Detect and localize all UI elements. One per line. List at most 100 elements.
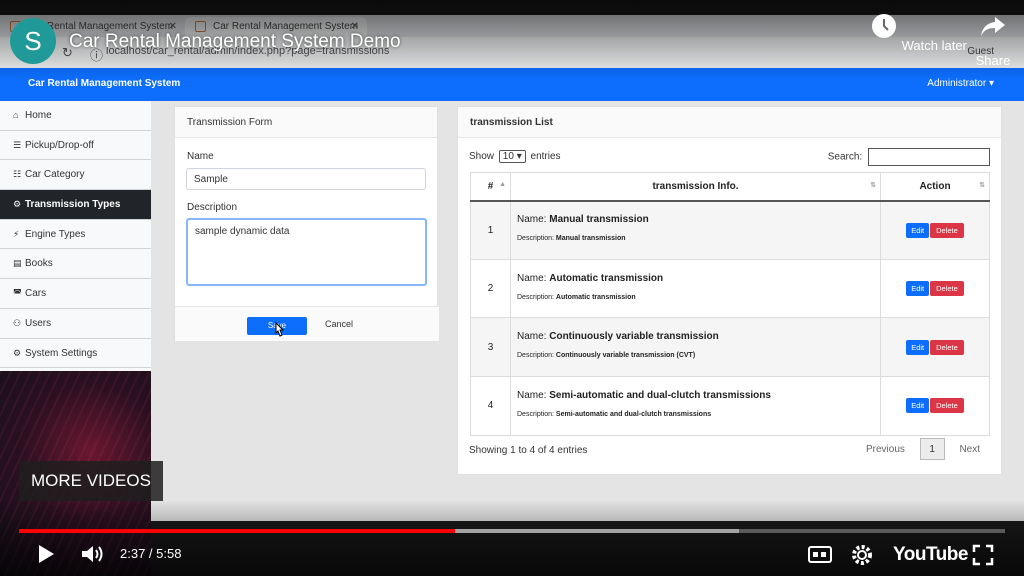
- gear-icon: ⚙: [13, 199, 22, 210]
- name-input[interactable]: Sample: [186, 168, 426, 190]
- sidebar-item-system-settings[interactable]: ⚙ System Settings: [0, 339, 151, 369]
- row-description-value: Manual transmission: [555, 235, 626, 243]
- play-icon[interactable]: [36, 543, 56, 565]
- edit-button[interactable]: Edit: [906, 398, 930, 414]
- row-info: Name: Manual transmission Description: Ma…: [510, 200, 881, 260]
- entries-length: Show 10 ▾ entries: [469, 150, 561, 163]
- sidebar-item-cars[interactable]: ◚ Cars: [0, 279, 151, 309]
- sidebar-item-pickup-drop-off[interactable]: ☰ Pickup/Drop-off: [0, 131, 151, 161]
- app-brand[interactable]: Car Rental Management System: [28, 78, 180, 89]
- progress-bar[interactable]: [19, 529, 1005, 533]
- users-icon: ⚇: [13, 317, 22, 328]
- captions-icon[interactable]: [808, 546, 832, 563]
- row-number: 3: [470, 317, 511, 378]
- row-actions: Edit Delete: [880, 376, 990, 436]
- sidebar: ⌂ Home ☰ Pickup/Drop-off ☷ Car Category ⚙ Trans…: [0, 101, 151, 371]
- row-name: Name: Automatic transmission: [517, 273, 874, 284]
- sidebar-item-label: Car Category: [25, 169, 85, 181]
- delete-button[interactable]: Delete: [930, 339, 964, 355]
- col-header-num[interactable]: # ▲: [470, 172, 511, 202]
- channel-avatar[interactable]: S: [10, 18, 56, 64]
- user-name: Administrator: [927, 78, 987, 89]
- row-description-value: Semi-automatic and dual-clutch transmiss…: [555, 410, 712, 418]
- table-row: 4 Name: Semi-automatic and dual-clutch tr…: [470, 376, 990, 436]
- sidebar-item-transmission-types[interactable]: ⚙ Transmission Types: [0, 190, 151, 220]
- row-description-value: Continuously variable transmission (CVT): [555, 352, 696, 360]
- next-button[interactable]: Next: [959, 444, 980, 455]
- row-name: Name: Continuously variable transmission: [517, 331, 874, 342]
- sidebar-item-users[interactable]: ⚇ Users: [0, 309, 151, 339]
- sort-icon: ⇅: [979, 182, 985, 189]
- settings-icon[interactable]: [851, 544, 873, 566]
- edit-button[interactable]: Edit: [906, 339, 930, 355]
- sidebar-item-label: Pickup/Drop-off: [25, 139, 94, 151]
- row-actions: Edit Delete: [880, 258, 990, 319]
- form-title: Transmission Form: [175, 107, 437, 138]
- user-menu[interactable]: Administrator ▾: [927, 78, 994, 89]
- search-label: Search:: [827, 151, 863, 163]
- name-prefix: Name:: [517, 272, 547, 284]
- sidebar-item-engine-types[interactable]: ⚡ Engine Types: [0, 220, 151, 250]
- bolt-icon: ⚡: [13, 228, 20, 239]
- watch-later-button[interactable]: Watch later: [870, 12, 967, 53]
- watch-later-label: Watch later: [901, 38, 967, 53]
- sidebar-item-label: Engine Types: [25, 228, 86, 240]
- video-title[interactable]: Car Rental Management System Demo: [69, 31, 401, 53]
- sidebar-item-label: Users: [25, 317, 52, 329]
- col-header-action[interactable]: Action ⇅: [880, 172, 990, 202]
- row-description: Description: Manual transmission: [517, 235, 874, 242]
- share-button[interactable]: Share: [962, 12, 1024, 68]
- youtube-logo[interactable]: YouTube: [893, 544, 968, 566]
- row-name-value: Continuously variable transmission: [549, 331, 719, 343]
- sidebar-item-home[interactable]: ⌂ Home: [0, 101, 151, 131]
- table-info: Showing 1 to 4 of 4 entries: [469, 445, 588, 456]
- entries-select-value: 10: [502, 151, 514, 162]
- col-info-label: transmission Info.: [652, 180, 739, 192]
- transmission-list: transmission List Show 10 ▾ entries Sear…: [457, 106, 1002, 475]
- row-description: Description: Automatic transmission: [517, 294, 874, 301]
- sidebar-item-car-category[interactable]: ☷ Car Category: [0, 160, 151, 191]
- desc-prefix: Description:: [517, 293, 554, 301]
- search-input[interactable]: [868, 148, 990, 166]
- previous-button[interactable]: Previous: [866, 444, 905, 455]
- share-label: Share: [975, 53, 1011, 68]
- mouse-cursor-icon: [275, 322, 285, 337]
- name-prefix: Name:: [517, 389, 547, 401]
- form-footer: Save Cancel: [175, 306, 439, 341]
- cogs-icon: ⚙: [13, 347, 22, 358]
- share-icon: [981, 17, 1005, 36]
- row-name-value: Automatic transmission: [549, 272, 664, 284]
- edit-button[interactable]: Edit: [906, 222, 930, 238]
- car-icon: ◚: [13, 288, 22, 299]
- fullscreen-icon[interactable]: [972, 544, 994, 566]
- sidebar-item-label: System Settings: [25, 347, 98, 359]
- volume-icon[interactable]: [80, 543, 106, 565]
- page-button[interactable]: 1: [919, 438, 945, 460]
- col-header-info[interactable]: transmission Info. ⇅: [510, 172, 881, 202]
- sidebar-item-label: Books: [25, 258, 53, 270]
- row-info: Name: Automatic transmission Description:…: [510, 258, 881, 319]
- app-navbar: Car Rental Management System Administrat…: [0, 68, 1024, 101]
- name-prefix: Name:: [517, 331, 547, 343]
- entries-select[interactable]: 10 ▾: [498, 150, 526, 163]
- delete-button[interactable]: Delete: [930, 222, 964, 238]
- edit-button[interactable]: Edit: [906, 281, 930, 297]
- transmission-form: Transmission Form Name Sample Descriptio…: [174, 106, 439, 341]
- table-row: 2 Name: Automatic transmission Description…: [470, 258, 990, 319]
- row-number: 1: [470, 200, 511, 260]
- row-actions: Edit Delete: [880, 200, 990, 260]
- entries-label: entries: [530, 151, 561, 162]
- row-actions: Edit Delete: [880, 317, 990, 378]
- delete-button[interactable]: Delete: [930, 281, 964, 297]
- name-prefix: Name:: [517, 214, 547, 226]
- row-name-value: Semi-automatic and dual-clutch transmiss…: [549, 389, 771, 401]
- more-videos-button[interactable]: MORE VIDEOS: [19, 461, 163, 501]
- description-textarea[interactable]: sample dynamic data: [186, 218, 427, 286]
- delete-button[interactable]: Delete: [930, 398, 964, 414]
- home-icon: ⌂: [13, 110, 19, 120]
- sidebar-item-label: Transmission Types: [25, 199, 121, 211]
- cancel-button[interactable]: Cancel: [325, 319, 353, 329]
- table-row: 3 Name: Continuously variable transmissio…: [470, 317, 990, 378]
- sidebar-item-books[interactable]: ▤ Books: [0, 249, 151, 280]
- pagination: Previous 1 Next: [866, 438, 980, 460]
